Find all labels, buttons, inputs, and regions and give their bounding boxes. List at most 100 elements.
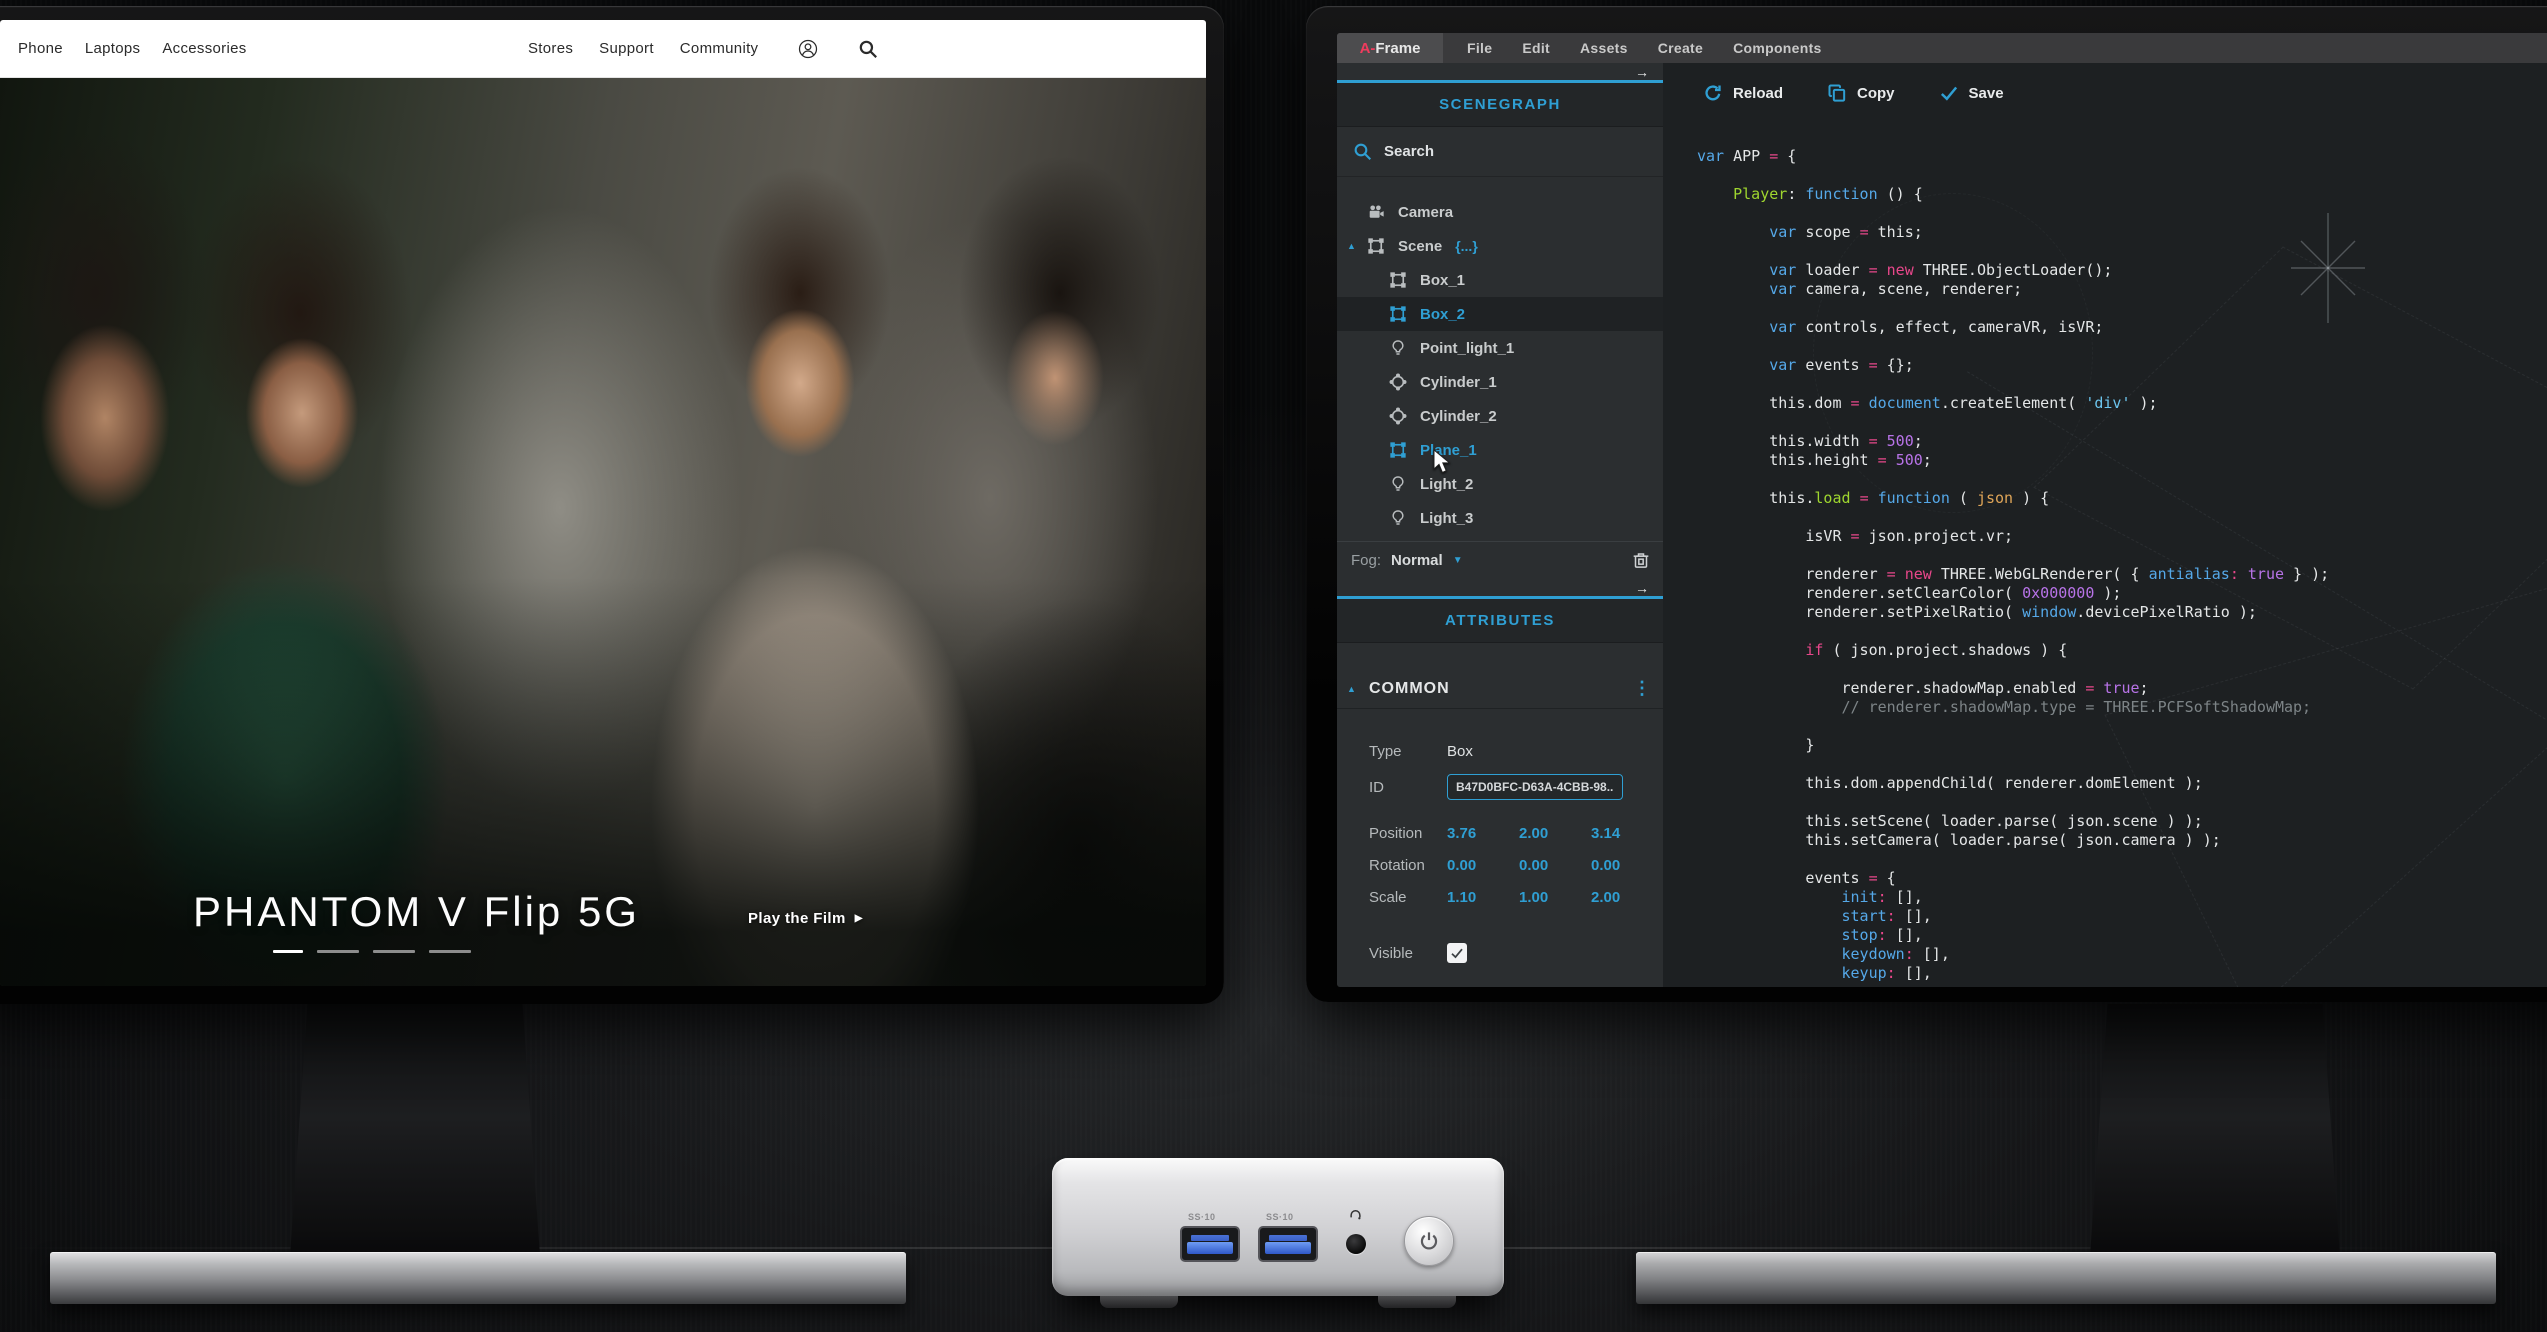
bulb-icon: [1389, 475, 1407, 493]
common-section-header[interactable]: ▲ COMMON ⋮: [1337, 669, 1663, 709]
code-line: init: [],: [1697, 888, 2329, 907]
toolbar-reload-button[interactable]: Reload: [1703, 83, 1783, 103]
tree-item-label: Scene: [1398, 238, 1442, 255]
cylinder-icon: [1389, 407, 1407, 425]
hero-title: PHANTOM V Flip 5G: [193, 888, 640, 936]
code-line: start: [],: [1697, 907, 2329, 926]
menu-file[interactable]: File: [1467, 40, 1492, 56]
toolbar-save-button[interactable]: Save: [1939, 83, 2004, 103]
site-nav-community[interactable]: Community: [680, 40, 759, 57]
visible-row: Visible: [1337, 937, 1663, 969]
search-icon[interactable]: [858, 39, 878, 59]
site-nav-phone[interactable]: Phone: [18, 40, 63, 57]
usb-ss10-label: SS·10: [1266, 1212, 1294, 1222]
attributes-title: ATTRIBUTES: [1337, 599, 1663, 643]
menu-edit[interactable]: Edit: [1522, 40, 1550, 56]
collapse-icon[interactable]: ▲: [1347, 241, 1356, 251]
account-icon[interactable]: [798, 39, 818, 59]
mouse-cursor: [1432, 449, 1456, 475]
panel-expand-arrow-icon[interactable]: →: [1635, 63, 1649, 81]
tree-item-plane_1[interactable]: Plane_1: [1337, 433, 1663, 467]
cylinder-icon: [1389, 373, 1407, 391]
tree-item-point_light_1[interactable]: Point_light_1: [1337, 331, 1663, 365]
scale-value-x[interactable]: 1.10: [1447, 889, 1519, 906]
code-editor[interactable]: var APP = { Player: function () { var sc…: [1697, 147, 2329, 983]
scene-tree: Camera▲Scene{...}Box_1Box_2Point_light_1…: [1337, 195, 1663, 535]
tree-item-light_3[interactable]: Light_3: [1337, 501, 1663, 535]
code-line: renderer.shadowMap.enabled = true;: [1697, 679, 2329, 698]
position-value-x[interactable]: 3.76: [1447, 825, 1519, 842]
collapse-icon: ▲: [1347, 684, 1356, 694]
menu-aframe[interactable]: A-Frame: [1337, 33, 1443, 63]
site-nav-accessories[interactable]: Accessories: [162, 40, 246, 57]
scene-search[interactable]: Search: [1337, 127, 1663, 177]
hero-image: PHANTOM V Flip 5G Play the Film ▶: [0, 78, 1206, 986]
rotation-row: Rotation0.000.000.00: [1337, 849, 1663, 881]
code-line: this.dom = document.createElement( 'div'…: [1697, 394, 2329, 413]
tree-item-scene[interactable]: ▲Scene{...}: [1337, 229, 1663, 263]
tree-item-cylinder_2[interactable]: Cylinder_2: [1337, 399, 1663, 433]
toolbar-copy-button[interactable]: Copy: [1827, 83, 1895, 103]
rotation-value-z[interactable]: 0.00: [1591, 857, 1663, 874]
tree-item-label: Box_2: [1420, 306, 1465, 323]
tree-item-label: Cylinder_2: [1420, 408, 1497, 425]
camera-icon: [1367, 203, 1385, 221]
code-line: isVR = json.project.vr;: [1697, 527, 2329, 546]
play-icon: ▶: [855, 913, 863, 924]
code-panel: Reload Copy Save var APP = { Player: funct…: [1663, 63, 2547, 987]
play-film-button[interactable]: Play the Film ▶: [748, 910, 863, 927]
delete-object-button[interactable]: [1631, 550, 1651, 570]
code-line: renderer.setPixelRatio( window.devicePix…: [1697, 603, 2329, 622]
rotation-value-x[interactable]: 0.00: [1447, 857, 1519, 874]
code-line: var events = {};: [1697, 356, 2329, 375]
tree-item-camera[interactable]: Camera: [1337, 195, 1663, 229]
carousel-dash-3[interactable]: [373, 950, 415, 953]
position-value-y[interactable]: 2.00: [1519, 825, 1591, 842]
chevron-down-icon[interactable]: ▼: [1453, 555, 1463, 566]
id-label: ID: [1369, 779, 1447, 796]
editor-body: → SCENEGRAPH Search Camera▲Scene{...}Box…: [1337, 63, 2547, 987]
attributes-strip: →: [1337, 579, 1663, 599]
pc-foot: [1378, 1296, 1456, 1308]
site-nav-stores[interactable]: Stores: [528, 40, 573, 57]
rotation-value-y[interactable]: 0.00: [1519, 857, 1591, 874]
visible-checkbox[interactable]: [1447, 943, 1467, 963]
code-toolbar: Reload Copy Save: [1703, 83, 2004, 103]
menu-assets[interactable]: Assets: [1580, 40, 1628, 56]
site-nav-laptops[interactable]: Laptops: [85, 40, 140, 57]
code-line: [1697, 375, 2329, 394]
code-line: this.load = function ( json ) {: [1697, 489, 2329, 508]
position-value-z[interactable]: 3.14: [1591, 825, 1663, 842]
code-line: var loader = new THREE.ObjectLoader();: [1697, 261, 2329, 280]
position-label: Position: [1369, 825, 1447, 842]
check-icon: [1450, 946, 1464, 960]
tree-item-label: Box_1: [1420, 272, 1465, 289]
fog-row: Fog: Normal ▼: [1337, 541, 1663, 579]
code-line: [1697, 755, 2329, 774]
left-monitor-base: [50, 1252, 906, 1304]
type-row: Type Box: [1337, 735, 1663, 767]
carousel-dash-1[interactable]: [273, 950, 303, 953]
scenegraph-title: SCENEGRAPH: [1337, 83, 1663, 127]
fog-select[interactable]: Normal: [1391, 552, 1443, 569]
type-label: Type: [1369, 743, 1447, 760]
carousel-dash-2[interactable]: [317, 950, 359, 953]
tree-item-box_2[interactable]: Box_2: [1337, 297, 1663, 331]
website-screen: Phone Laptops Accessories Stores Support Com…: [0, 20, 1206, 986]
box-icon: [1367, 237, 1385, 255]
attributes-expand-arrow-icon[interactable]: →: [1635, 579, 1649, 597]
tree-item-cylinder_1[interactable]: Cylinder_1: [1337, 365, 1663, 399]
scale-value-y[interactable]: 1.00: [1519, 889, 1591, 906]
menu-create[interactable]: Create: [1658, 40, 1703, 56]
site-nav-support[interactable]: Support: [599, 40, 654, 57]
kebab-menu-icon[interactable]: ⋮: [1633, 678, 1651, 699]
scale-value-z[interactable]: 2.00: [1591, 889, 1663, 906]
tree-item-light_2[interactable]: Light_2: [1337, 467, 1663, 501]
menu-components[interactable]: Components: [1733, 40, 1822, 56]
box-icon: [1389, 441, 1407, 459]
mini-pc: SS·10 SS·10: [1052, 1158, 1504, 1296]
code-line: this.width = 500;: [1697, 432, 2329, 451]
id-field[interactable]: [1447, 774, 1623, 800]
tree-item-box_1[interactable]: Box_1: [1337, 263, 1663, 297]
carousel-dash-4[interactable]: [429, 950, 471, 953]
